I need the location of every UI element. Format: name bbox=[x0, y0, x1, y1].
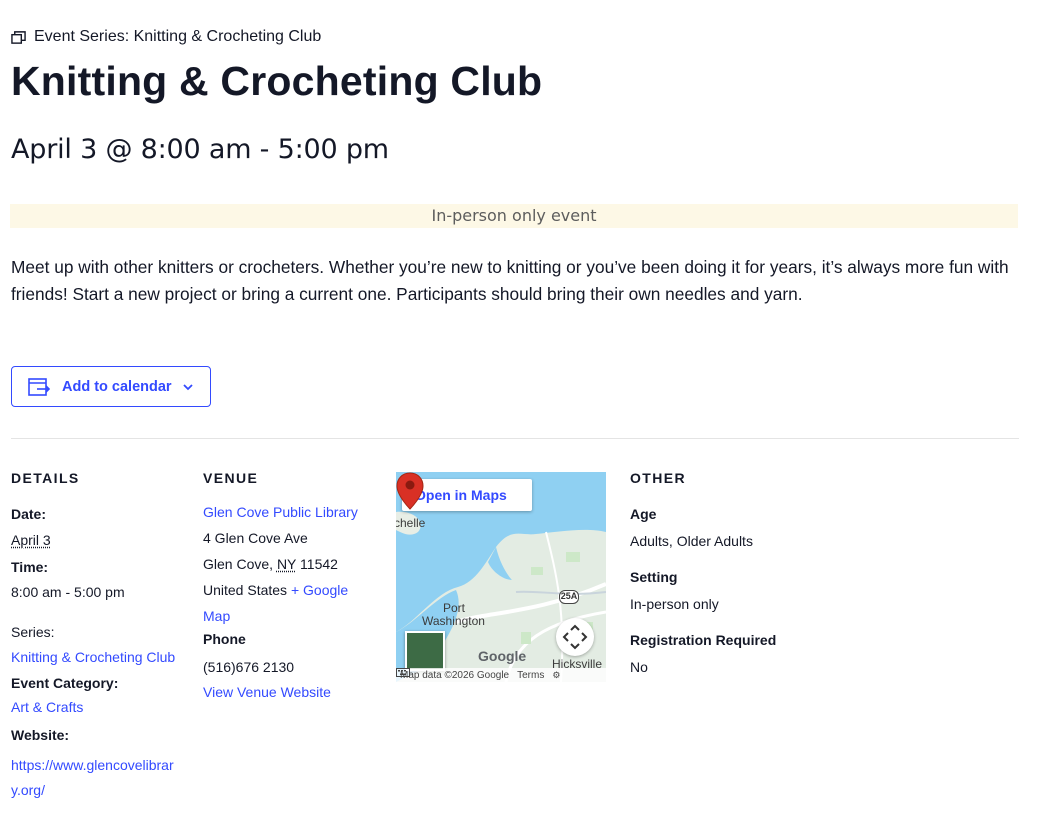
other-heading: OTHER bbox=[630, 470, 686, 486]
venue-country: United States bbox=[203, 582, 288, 598]
add-to-calendar-button[interactable]: Add to calendar bbox=[11, 366, 211, 407]
section-divider bbox=[11, 438, 1019, 439]
map-pin-icon bbox=[396, 472, 424, 510]
phone-value: (516)676 2130 bbox=[203, 659, 295, 675]
google-logo: Google bbox=[478, 648, 527, 664]
phone-label: Phone bbox=[203, 631, 246, 647]
event-series-line: Event Series: Knitting & Crocheting Club bbox=[11, 28, 321, 46]
date-value: April 3 bbox=[11, 532, 51, 548]
map-terms-link[interactable]: Terms bbox=[517, 670, 544, 681]
details-section: DETAILS Date: April 3 Time: 8:00 am - 5:… bbox=[11, 470, 191, 803]
venue-name-link[interactable]: Glen Cove Public Library bbox=[203, 504, 358, 520]
time-value: 8:00 am - 5:00 pm bbox=[11, 584, 125, 600]
website-label: Website: bbox=[11, 727, 70, 743]
setting-label: Setting bbox=[630, 569, 678, 585]
add-to-calendar-label: Add to calendar bbox=[62, 378, 172, 395]
map-footer: Map data ©2026 Google Terms ⚙ bbox=[396, 668, 606, 682]
series-link[interactable]: Knitting & Crocheting Club bbox=[11, 649, 175, 665]
venue-street: 4 Glen Cove Ave bbox=[203, 530, 308, 546]
calendar-export-icon bbox=[28, 377, 50, 396]
details-heading: DETAILS bbox=[11, 470, 80, 486]
map-data-credit: Map data ©2026 Google bbox=[400, 669, 510, 681]
move-arrows-icon bbox=[562, 624, 588, 650]
attendance-banner: In-person only event bbox=[10, 204, 1018, 228]
page-title: Knitting & Crocheting Club bbox=[11, 58, 543, 104]
event-category-link[interactable]: Art & Crafts bbox=[11, 699, 83, 715]
series-prefix: Event Series: bbox=[34, 28, 130, 45]
venue-city: Glen Cove, bbox=[203, 556, 274, 572]
map-label-chelle: chelle bbox=[396, 516, 426, 530]
venue-section: VENUE Glen Cove Public Library 4 Glen Co… bbox=[203, 470, 383, 702]
age-label: Age bbox=[630, 506, 657, 522]
venue-website-link[interactable]: View Venue Website bbox=[203, 684, 331, 700]
venue-map[interactable]: Open in Maps chelle Port Washington Hick… bbox=[396, 472, 606, 682]
venue-state: NY bbox=[276, 556, 297, 572]
setting-value: In-person only bbox=[630, 596, 719, 612]
satellite-toggle-thumbnail[interactable] bbox=[405, 631, 445, 671]
chevron-down-icon bbox=[182, 383, 193, 390]
registration-required-value: No bbox=[630, 659, 648, 675]
other-section: OTHER Age Adults, Older Adults Setting I… bbox=[630, 470, 870, 678]
series-stack-icon bbox=[11, 30, 26, 44]
venue-zip: 11542 bbox=[300, 556, 338, 572]
map-camera-control[interactable] bbox=[556, 618, 594, 656]
registration-required-label: Registration Required bbox=[630, 632, 777, 648]
map-label-port: Port bbox=[443, 601, 466, 615]
map-label-washington: Washington bbox=[422, 614, 485, 628]
report-issue-icon[interactable]: ⚙ bbox=[552, 670, 560, 681]
keyboard-shortcuts-icon[interactable] bbox=[396, 668, 410, 677]
website-link[interactable]: https://www.glencovelibrary.org/ bbox=[11, 757, 174, 798]
event-datetime: April 3 @ 8:00 am - 5:00 pm bbox=[11, 134, 389, 165]
open-in-maps-label: Open in Maps bbox=[415, 487, 507, 503]
series-label: Series: bbox=[11, 624, 55, 640]
event-description: Meet up with other knitters or crocheter… bbox=[11, 257, 1009, 304]
date-label: Date: bbox=[11, 506, 47, 522]
venue-city-line: Glen Cove, NY 11542 bbox=[203, 551, 383, 577]
series-name: Knitting & Crocheting Club bbox=[133, 28, 322, 45]
time-label: Time: bbox=[11, 559, 49, 575]
age-value: Adults, Older Adults bbox=[630, 533, 753, 549]
venue-heading: VENUE bbox=[203, 470, 259, 486]
event-category-label: Event Category: bbox=[11, 675, 119, 691]
route-25a-badge: 25A bbox=[559, 590, 579, 604]
